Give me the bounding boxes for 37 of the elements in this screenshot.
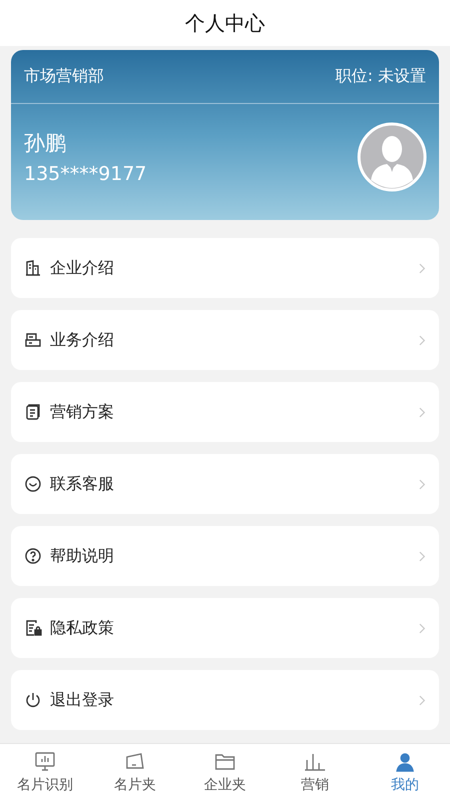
chevron-icon: [419, 550, 426, 562]
menu-item[interactable]: 帮助说明: [11, 526, 439, 586]
chevron-icon: [419, 334, 426, 346]
menu-item[interactable]: 业务介绍: [11, 310, 439, 370]
position: 职位: 未设置: [336, 66, 426, 87]
lock-document-icon: [24, 619, 42, 637]
page-title: 个人中心: [185, 10, 265, 36]
chevron-icon: [419, 478, 426, 490]
phone-number: 135****9177: [24, 163, 147, 185]
menu-label: 帮助说明: [50, 546, 115, 566]
menu-label: 联系客服: [50, 474, 115, 494]
tab[interactable]: 企业夹: [180, 744, 270, 800]
menu-label: 营销方案: [50, 402, 115, 422]
menu-label: 隐私政策: [50, 618, 115, 638]
user-name: 孙鹏: [24, 130, 67, 157]
menu-item[interactable]: 营销方案: [11, 382, 439, 442]
menu-label: 业务介绍: [50, 330, 115, 350]
tab[interactable]: 名片夹: [90, 744, 180, 800]
menu-item[interactable]: 隐私政策: [11, 598, 439, 658]
tab[interactable]: 名片识别: [0, 744, 90, 800]
chevron-icon: [419, 622, 426, 634]
menu-item[interactable]: 联系客服: [11, 454, 439, 514]
department: 市场营销部: [24, 66, 104, 87]
chevron-icon: [419, 262, 426, 274]
tab[interactable]: 营销: [270, 744, 360, 800]
chevron-icon: [419, 406, 426, 418]
menu-label: 退出登录: [50, 690, 115, 710]
tab[interactable]: 我的: [360, 744, 450, 800]
help-icon: [24, 547, 42, 565]
power-icon: [24, 691, 42, 709]
document-icon: [24, 403, 42, 421]
menu-item[interactable]: 企业介绍: [11, 238, 439, 298]
avatar-icon[interactable]: [357, 122, 427, 192]
building-icon: [24, 259, 42, 277]
chevron-icon: [419, 694, 426, 706]
menu-item[interactable]: 退出登录: [11, 670, 439, 730]
menu-label: 企业介绍: [50, 258, 115, 278]
